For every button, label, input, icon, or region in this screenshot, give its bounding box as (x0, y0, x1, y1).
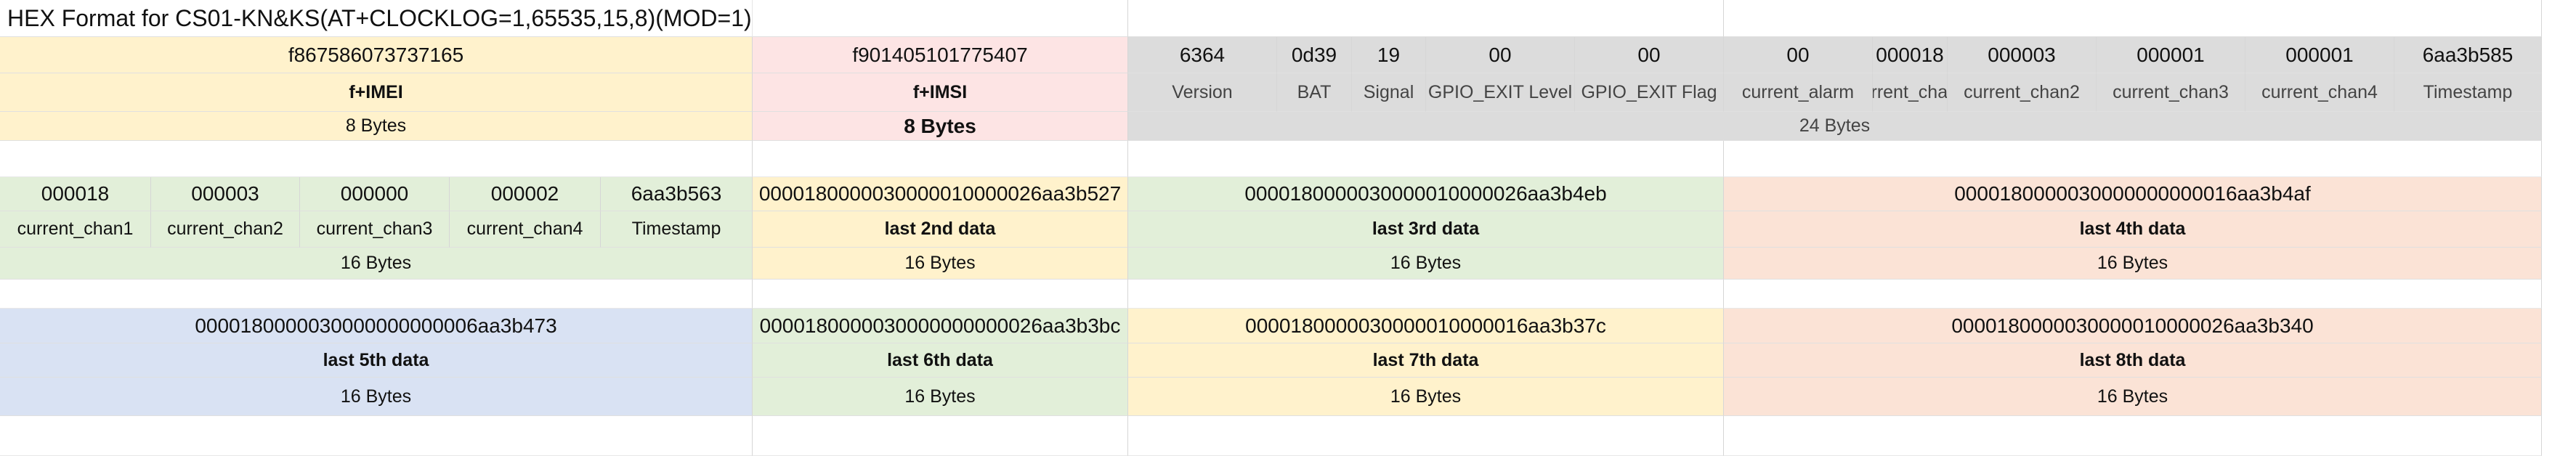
empty-cell (753, 0, 1128, 37)
last-3rd-value: 0000180000030000010000026aa3b4eb (1128, 177, 1724, 211)
empty-cell (1724, 0, 2542, 37)
empty-cell (1724, 416, 2542, 456)
last-7th-label: last 7th data (1128, 343, 1724, 378)
field-value-current-chan3: 000001 (2097, 37, 2245, 73)
field-label-gpio-exit-level: GPIO_EXIT Level (1426, 73, 1575, 112)
b2-value-current-chan1: 000018 (0, 177, 151, 211)
field-value-current-chan1: 000018 (1873, 37, 1948, 73)
field-value-timestamp: 6aa3b585 (2394, 37, 2542, 73)
b2-first-size: 16 Bytes (0, 248, 753, 280)
imsi-size: 8 Bytes (753, 112, 1128, 141)
sheet-title: HEX Format for CS01-KN&KS(AT+CLOCKLOG=1,… (0, 0, 753, 37)
last-5th-label: last 5th data (0, 343, 753, 378)
b2-label-current-chan3: current_chan3 (300, 211, 450, 248)
imsi-label: f+IMSI (753, 73, 1128, 112)
field-label-bat: BAT (1277, 73, 1352, 112)
last-5th-size: 16 Bytes (0, 378, 753, 416)
b2-label-timestamp: Timestamp (601, 211, 753, 248)
field-value-bat: 0d39 (1277, 37, 1352, 73)
imei-label: f+IMEI (0, 73, 753, 112)
imei-size: 8 Bytes (0, 112, 753, 141)
empty-cell (1724, 141, 2542, 177)
last-5th-value: 0000180000030000000000006aa3b473 (0, 309, 753, 343)
imei-value: f867586073737165 (0, 37, 753, 73)
field-label-timestamp: Timestamp (2394, 73, 2542, 112)
empty-cell (1128, 416, 1724, 456)
imsi-value: f901405101775407 (753, 37, 1128, 73)
empty-cell (753, 416, 1128, 456)
b2-label-current-chan4: current_chan4 (450, 211, 601, 248)
empty-cell (1724, 280, 2542, 309)
field-label-current-alarm: current_alarm (1724, 73, 1873, 112)
last-3rd-label: last 3rd data (1128, 211, 1724, 248)
field-label-current-chan4: current_chan4 (2245, 73, 2394, 112)
last-6th-size: 16 Bytes (753, 378, 1128, 416)
spreadsheet-grid: HEX Format for CS01-KN&KS(AT+CLOCKLOG=1,… (0, 0, 2576, 456)
field-value-gpio-exit-flag: 00 (1575, 37, 1724, 73)
field-label-version: Version (1128, 73, 1277, 112)
field-label-current-chan2: current_chan2 (1948, 73, 2097, 112)
last-8th-value: 0000180000030000010000026aa3b340 (1724, 309, 2542, 343)
field-label-signal: Signal (1352, 73, 1426, 112)
b2-value-timestamp: 6aa3b563 (601, 177, 753, 211)
fields-size: 24 Bytes (1128, 112, 2542, 141)
last-4th-size: 16 Bytes (1724, 248, 2542, 280)
field-value-current-chan4: 000001 (2245, 37, 2394, 73)
last-2nd-label: last 2nd data (753, 211, 1128, 248)
empty-cell (1128, 0, 1724, 37)
empty-cell (0, 141, 753, 177)
empty-cell (0, 280, 753, 309)
last-4th-label: last 4th data (1724, 211, 2542, 248)
empty-cell (0, 416, 753, 456)
empty-cell (753, 280, 1128, 309)
last-6th-label: last 6th data (753, 343, 1128, 378)
last-4th-value: 0000180000030000000000016aa3b4af (1724, 177, 2542, 211)
last-6th-value: 0000180000030000000000026aa3b3bc (753, 309, 1128, 343)
last-8th-size: 16 Bytes (1724, 378, 2542, 416)
last-7th-value: 0000180000030000010000016aa3b37c (1128, 309, 1724, 343)
b2-value-current-chan2: 000003 (151, 177, 300, 211)
empty-cell (753, 141, 1128, 177)
empty-cell (1128, 141, 1724, 177)
b2-value-current-chan3: 000000 (300, 177, 450, 211)
field-label-gpio-exit-flag: GPIO_EXIT Flag (1575, 73, 1724, 112)
empty-cell (1128, 280, 1724, 309)
b2-label-current-chan1: current_chan1 (0, 211, 151, 248)
last-2nd-value: 0000180000030000010000026aa3b527 (753, 177, 1128, 211)
b2-label-current-chan2: current_chan2 (151, 211, 300, 248)
last-7th-size: 16 Bytes (1128, 378, 1724, 416)
b2-value-current-chan4: 000002 (450, 177, 601, 211)
field-value-signal: 19 (1352, 37, 1426, 73)
field-label-current-chan3: current_chan3 (2097, 73, 2245, 112)
last-8th-label: last 8th data (1724, 343, 2542, 378)
field-value-version: 6364 (1128, 37, 1277, 73)
field-label-current-chan1: current_chan1 (1873, 73, 1948, 112)
field-value-current-alarm: 00 (1724, 37, 1873, 73)
field-value-gpio-exit-level: 00 (1426, 37, 1575, 73)
last-3rd-size: 16 Bytes (1128, 248, 1724, 280)
last-2nd-size: 16 Bytes (753, 248, 1128, 280)
field-value-current-chan2: 000003 (1948, 37, 2097, 73)
